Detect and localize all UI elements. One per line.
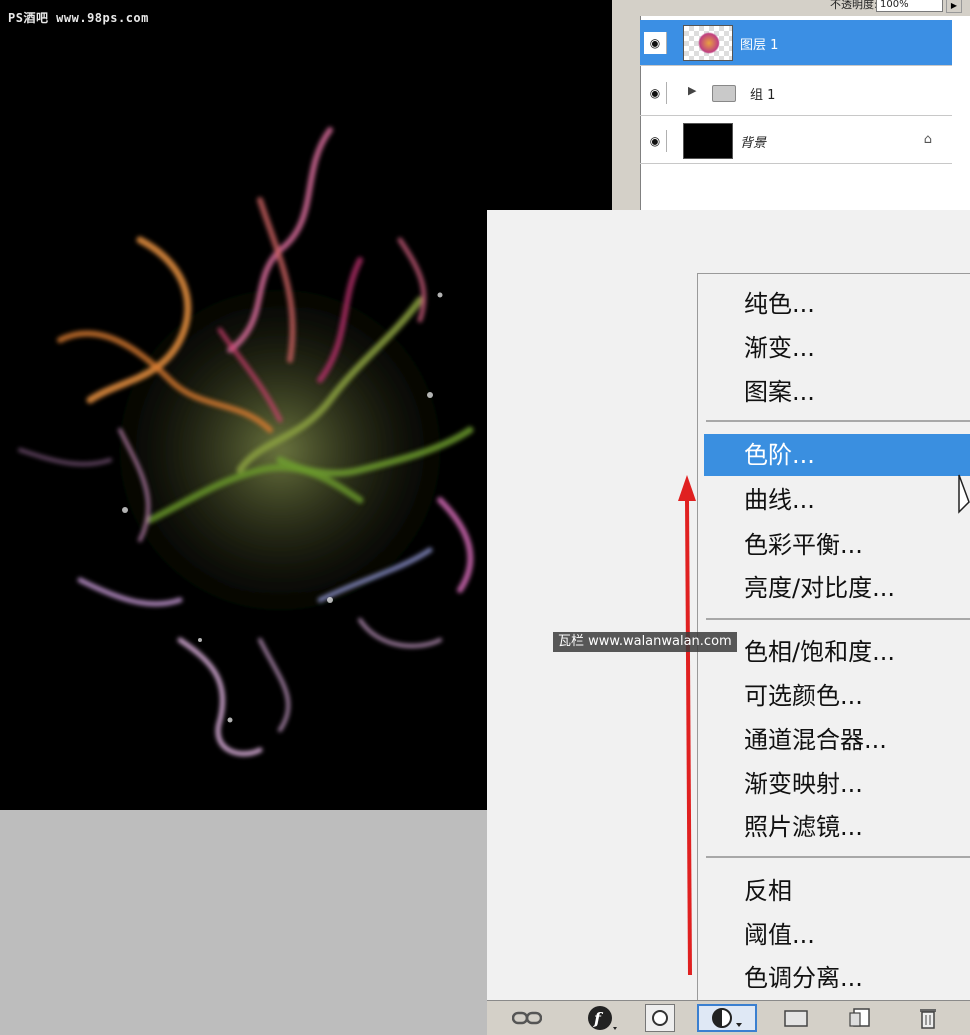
menu-item-color-balance[interactable]: 色彩平衡... <box>744 529 863 561</box>
group-icon[interactable] <box>779 1004 813 1032</box>
opacity-label: 不透明度: <box>830 0 878 11</box>
menu-separator <box>706 856 970 858</box>
menu-item-label: 色阶... <box>744 441 815 469</box>
menu-item-gradient-map[interactable]: 渐变映射... <box>744 768 863 800</box>
expand-arrow-icon[interactable]: ▶ <box>688 84 696 97</box>
opacity-dropdown-icon[interactable]: ▶ <box>946 0 962 13</box>
menu-item-gradient[interactable]: 渐变... <box>744 332 815 364</box>
menu-item-photo-filter[interactable]: 照片滤镜... <box>744 811 863 843</box>
mask-icon[interactable] <box>645 1004 675 1032</box>
trash-icon[interactable] <box>911 1004 945 1032</box>
watermark-banner: 瓦栏 www.walanwalan.com <box>553 632 737 652</box>
opacity-bar: 不透明度: 100% ▶ <box>640 0 970 16</box>
adjustment-layer-menu: 纯色... 渐变... 图案... 色阶... 曲线... 色彩平衡... 亮度… <box>697 273 970 1000</box>
menu-item-curves[interactable]: 曲线... <box>744 484 815 516</box>
layers-toolbar: f <box>487 1000 970 1035</box>
menu-item-selective-color[interactable]: 可选颜色... <box>744 680 863 712</box>
red-arrow-annotation <box>678 475 696 976</box>
layer-row-background[interactable]: ◉ 背景 ⌂ <box>640 118 952 164</box>
menu-item-brightness-contrast[interactable]: 亮度/对比度... <box>744 572 895 604</box>
layer-name: 组 1 <box>750 88 776 103</box>
menu-separator <box>706 420 970 422</box>
layer-row-group[interactable]: ◉ ▶ 组 1 <box>640 70 952 116</box>
lock-icon: ⌂ <box>923 132 932 147</box>
layer-name: 背景 <box>740 136 767 151</box>
menu-separator <box>706 618 970 620</box>
folder-icon <box>712 85 736 102</box>
menu-item-threshold[interactable]: 阈值... <box>744 919 815 951</box>
eye-icon[interactable]: ◉ <box>644 32 667 54</box>
adjustment-layer-icon[interactable] <box>697 1004 757 1032</box>
eye-icon[interactable]: ◉ <box>644 130 667 152</box>
canvas-watermark: PS酒吧 www.98ps.com <box>8 11 149 25</box>
menu-item-levels[interactable]: 色阶... <box>704 434 970 476</box>
opacity-input[interactable]: 100% <box>876 0 943 12</box>
menu-item-invert[interactable]: 反相 <box>744 875 792 907</box>
layer-thumbnail <box>683 123 733 159</box>
menu-item-posterize[interactable]: 色调分离... <box>744 962 863 994</box>
layers-panel: 不透明度: 100% ▶ ◉ 图层 1 ◉ ▶ 组 1 ◉ 背景 ⌂ <box>612 0 970 215</box>
new-layer-icon[interactable] <box>843 1004 877 1032</box>
menu-item-pattern[interactable]: 图案... <box>744 376 815 408</box>
menu-item-solid-color[interactable]: 纯色... <box>744 288 815 320</box>
eye-icon[interactable]: ◉ <box>644 82 667 104</box>
menu-item-channel-mixer[interactable]: 通道混合器... <box>744 724 887 756</box>
layer-name: 图层 1 <box>740 38 779 53</box>
menu-item-hue-saturation[interactable]: 色相/饱和度... <box>744 636 895 668</box>
link-icon[interactable] <box>507 1004 547 1032</box>
layer-thumbnail <box>683 25 733 61</box>
layer-row-1[interactable]: ◉ 图层 1 <box>640 20 952 66</box>
fx-icon[interactable]: f <box>582 1004 622 1032</box>
cursor-icon <box>958 474 970 514</box>
